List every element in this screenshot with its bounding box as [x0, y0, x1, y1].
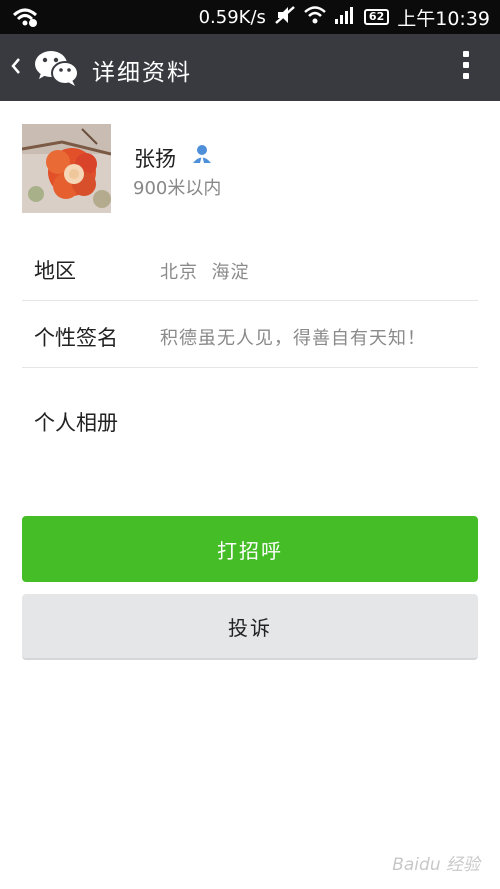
signature-label: 个性签名 [34, 326, 118, 350]
watermark: Baidu 经验 [392, 855, 480, 875]
distance-label: 900米以内 [133, 178, 222, 199]
wifi-icon [304, 5, 326, 29]
back-chevron-icon[interactable] [10, 56, 22, 80]
profile-header [0, 101, 500, 233]
action-bar: 详细资料 [0, 34, 500, 101]
divider [22, 367, 478, 368]
album-label: 个人相册 [34, 411, 118, 435]
battery-icon: 62 [363, 9, 390, 25]
wifi-hotspot-icon [12, 7, 38, 32]
male-user-icon [191, 143, 213, 169]
more-menu-icon[interactable] [462, 51, 470, 85]
clock: 上午10:39 [397, 7, 490, 30]
divider [22, 300, 478, 301]
profile-name: 张扬 [134, 147, 176, 171]
wechat-logo-icon [34, 49, 80, 91]
detail-list: 地区 北京 海淀 个性签名 积德虽无人见，得善自有天知！ 个人相册 [0, 233, 500, 490]
avatar[interactable] [22, 124, 111, 213]
report-button[interactable]: 投诉 [22, 594, 478, 660]
status-bar: 0.59K/s 62 上午10:39 [0, 0, 500, 34]
region-label: 地区 [34, 259, 76, 283]
page-title: 详细资料 [92, 60, 192, 86]
region-value: 北京 海淀 [160, 262, 250, 283]
signature-value: 积德虽无人见，得善自有天知！ [160, 328, 426, 349]
greet-button[interactable]: 打招呼 [22, 516, 478, 582]
mute-icon [274, 5, 296, 30]
network-speed: 0.59K/s [198, 6, 266, 28]
signal-icon [334, 6, 356, 29]
